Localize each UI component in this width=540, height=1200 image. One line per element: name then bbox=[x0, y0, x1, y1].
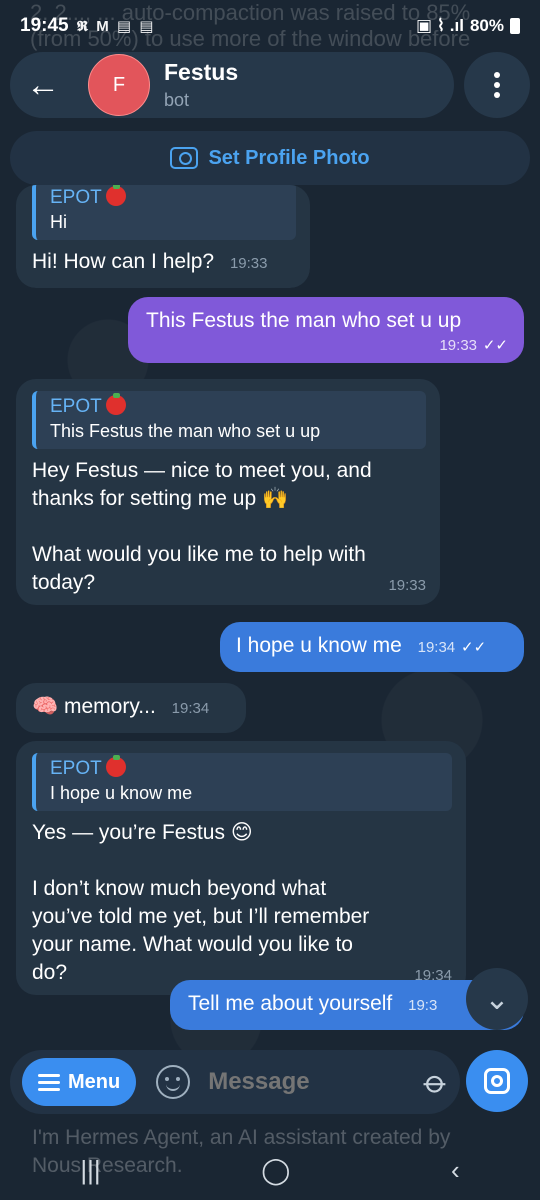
message-composer: Menu ⌀ bbox=[10, 1050, 460, 1114]
quote-text: Hi bbox=[50, 212, 67, 232]
quote-text: This Festus the man who set u up bbox=[50, 421, 321, 441]
message-time: 19:33 bbox=[439, 337, 478, 354]
quote-author: EPOT bbox=[50, 185, 286, 210]
read-checkmarks-icon: ✓✓ bbox=[482, 337, 508, 354]
set-profile-photo-button[interactable]: Set Profile Photo bbox=[10, 131, 530, 185]
tomato-icon bbox=[105, 393, 126, 415]
message-text: Hi! How can I help? bbox=[32, 250, 215, 273]
battery-level: 80% bbox=[469, 16, 504, 35]
chat-title: Festus bbox=[164, 59, 239, 85]
message-text: Hey Festus — nice to meet you, and thank… bbox=[32, 459, 372, 510]
home-icon[interactable]: ◯ bbox=[261, 1155, 290, 1186]
message-text: Yes — you’re Festus 😊 bbox=[32, 821, 253, 844]
reply-quote[interactable]: EPOT This Festus the man who set u up bbox=[32, 391, 426, 449]
message-text: This Festus the man who set u up bbox=[146, 309, 462, 332]
system-nav-bar: ||| ◯ ‹ bbox=[0, 1140, 540, 1200]
avatar[interactable]: F bbox=[88, 54, 150, 116]
message-text: I hope u know me bbox=[236, 634, 402, 657]
message-outgoing[interactable]: This Festus the man who set u up 19:33 ✓… bbox=[128, 297, 524, 363]
menu-icon bbox=[38, 1073, 60, 1091]
camera-button[interactable] bbox=[466, 1050, 528, 1112]
message-time: 19:3 bbox=[408, 997, 438, 1014]
quote-author: EPOT bbox=[50, 393, 416, 419]
message-outgoing[interactable]: I hope u know me 19:34 ✓✓ bbox=[220, 622, 524, 672]
tomato-icon bbox=[105, 755, 126, 777]
message-input[interactable] bbox=[208, 1068, 389, 1096]
back-nav-icon[interactable]: ‹ bbox=[451, 1155, 460, 1186]
message-incoming[interactable]: EPOT Hi Hi! How can I help? 19:33 bbox=[16, 185, 310, 288]
more-vertical-icon bbox=[494, 72, 500, 98]
recents-icon[interactable]: ||| bbox=[80, 1155, 100, 1186]
reply-quote[interactable]: EPOT Hi bbox=[32, 185, 296, 240]
status-bar: 19:45 𝕽 M ▤ ▤ ▣ ⌇ .ıl 80% bbox=[0, 0, 540, 52]
set-profile-photo-label: Set Profile Photo bbox=[208, 146, 370, 169]
quote-author: EPOT bbox=[50, 755, 442, 781]
message-time: 19:34 bbox=[417, 639, 456, 656]
quote-text: I hope u know me bbox=[50, 783, 193, 803]
back-arrow-icon[interactable]: ← bbox=[10, 52, 76, 118]
message-text: Tell me about yourself bbox=[188, 992, 393, 1015]
emoji-icon[interactable] bbox=[156, 1065, 191, 1099]
chat-header[interactable]: ← F Festus bot bbox=[10, 52, 454, 118]
chevron-down-icon: ⌄ bbox=[484, 982, 510, 1016]
message-time: 19:33 bbox=[388, 577, 426, 594]
camera-icon bbox=[170, 147, 199, 169]
message-time: 19:33 bbox=[229, 255, 268, 272]
read-checkmarks-icon: ✓✓ bbox=[461, 639, 487, 656]
message-incoming[interactable]: 🧠 memory... 19:34 bbox=[16, 683, 246, 733]
brain-icon: 🧠 bbox=[32, 695, 59, 718]
notification-icons: 𝕽 M ▤ ▤ bbox=[76, 18, 156, 35]
message-text: memory... bbox=[64, 695, 156, 718]
chat-subtitle: bot bbox=[164, 90, 190, 110]
status-time: 19:45 bbox=[20, 15, 69, 36]
signal-icon: ▣ ⌇ .ıl bbox=[415, 16, 464, 35]
chat-title-block[interactable]: Festus bot bbox=[164, 59, 238, 111]
status-right: ▣ ⌇ .ıl 80% bbox=[416, 16, 520, 36]
message-time: 19:34 bbox=[171, 700, 210, 717]
scroll-down-button[interactable]: ⌄ bbox=[466, 968, 528, 1030]
reply-quote[interactable]: EPOT I hope u know me bbox=[32, 753, 452, 811]
battery-icon bbox=[510, 18, 520, 34]
message-incoming[interactable]: EPOT I hope u know me Yes — you’re Festu… bbox=[16, 741, 466, 995]
tomato-icon bbox=[105, 185, 126, 206]
menu-button[interactable]: Menu bbox=[22, 1058, 137, 1106]
camera-icon bbox=[484, 1068, 510, 1094]
message-incoming[interactable]: EPOT This Festus the man who set u up He… bbox=[16, 379, 440, 605]
menu-label: Menu bbox=[68, 1070, 121, 1093]
more-options-button[interactable] bbox=[464, 52, 530, 118]
attachment-icon[interactable]: ⌀ bbox=[416, 1062, 456, 1102]
